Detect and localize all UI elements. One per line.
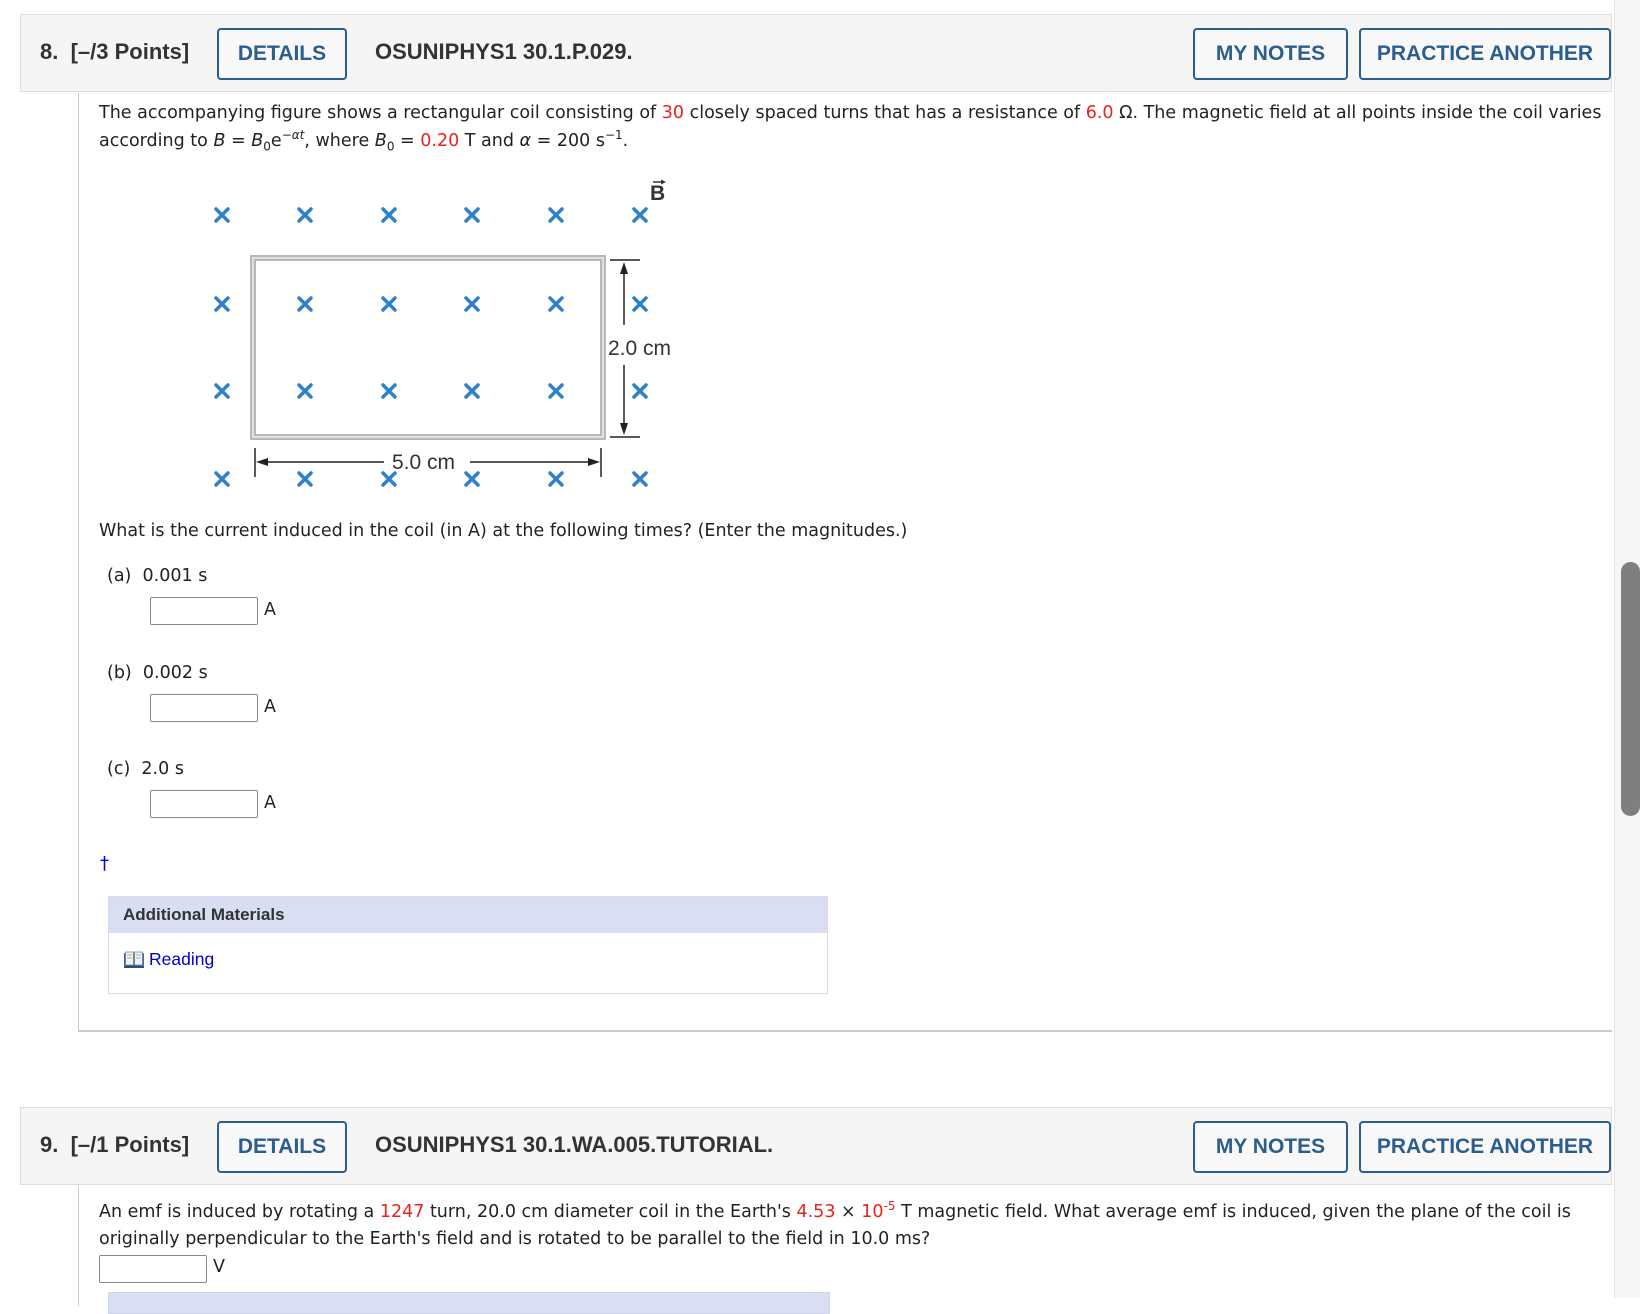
- field-into-page-marker: [297, 383, 313, 399]
- part-a-answer-input[interactable]: [150, 597, 258, 625]
- my-notes-button[interactable]: MY NOTES: [1193, 1121, 1348, 1173]
- field-into-page-marker: [381, 207, 397, 223]
- emf-unit: V: [213, 1257, 225, 1277]
- my-notes-button[interactable]: MY NOTES: [1193, 28, 1348, 80]
- field-into-page-marker: [297, 296, 313, 312]
- field-into-page-marker: [214, 471, 230, 487]
- width-arrowhead-left: [256, 458, 268, 466]
- field-into-page-marker: [548, 207, 564, 223]
- field-into-page-marker: [464, 296, 480, 312]
- question-8-prompt-line1: The accompanying figure shows a rectangu…: [99, 103, 1602, 123]
- height-arrowhead-bottom: [620, 423, 628, 435]
- part-c-unit: A: [264, 793, 276, 813]
- details-button[interactable]: DETAILS: [217, 1121, 347, 1173]
- question-8-code: OSUNIPHYS1 30.1.P.029.: [375, 39, 633, 64]
- emf-answer-input[interactable]: [99, 1255, 207, 1283]
- field-into-page-marker: [381, 383, 397, 399]
- practice-another-button[interactable]: PRACTICE ANOTHER: [1359, 28, 1611, 80]
- width-label: 5.0 cm: [392, 451, 455, 474]
- field-into-page-marker: [214, 383, 230, 399]
- book-icon: [124, 951, 144, 968]
- question-8-prompt-line2: according to B = B0e−αt, where B0 = 0.20…: [99, 128, 629, 154]
- dagger-link[interactable]: †: [100, 853, 109, 874]
- additional-materials-panel: [108, 1292, 830, 1314]
- field-into-page-marker: [464, 207, 480, 223]
- height-arrowhead-top: [620, 262, 628, 274]
- turns-value: 30: [661, 103, 685, 123]
- question-9-number: 9. [–/1 Points]: [40, 1132, 190, 1157]
- additional-materials-title: Additional Materials: [109, 897, 827, 933]
- reading-link[interactable]: Reading: [123, 949, 214, 970]
- field-into-page-marker: [548, 383, 564, 399]
- part-a-label: (a) 0.001 s: [107, 566, 208, 586]
- height-label: 2.0 cm: [608, 337, 671, 360]
- part-c-label: (c) 2.0 s: [107, 759, 184, 779]
- part-a-unit: A: [264, 600, 276, 620]
- question-9-prompt-line1: An emf is induced by rotating a 1247 tur…: [99, 1199, 1571, 1222]
- field-into-page-marker: [214, 296, 230, 312]
- question-8-header: 8. [–/3 Points] DETAILS OSUNIPHYS1 30.1.…: [20, 14, 1612, 92]
- scrollbar-thumb[interactable]: [1621, 562, 1640, 816]
- field-into-page-marker: [297, 207, 313, 223]
- field-into-page-marker: [548, 296, 564, 312]
- part-b-answer-input[interactable]: [150, 694, 258, 722]
- question-9-body: An emf is induced by rotating a 1247 tur…: [78, 1186, 1612, 1314]
- part-b-label: (b) 0.002 s: [107, 663, 208, 683]
- field-into-page-marker: [214, 207, 230, 223]
- question-9-code: OSUNIPHYS1 30.1.WA.005.TUTORIAL.: [375, 1132, 774, 1157]
- question-9-prompt-line2: originally perpendicular to the Earth's …: [99, 1229, 931, 1249]
- details-button[interactable]: DETAILS: [217, 28, 347, 80]
- question-8-number: 8. [–/3 Points]: [40, 39, 190, 64]
- field-into-page-marker: [548, 471, 564, 487]
- field-markers: [214, 207, 648, 487]
- field-into-page-marker: [297, 471, 313, 487]
- practice-another-button[interactable]: PRACTICE ANOTHER: [1359, 1121, 1611, 1173]
- field-into-page-marker: [632, 471, 648, 487]
- question-8-points: [–/3 Points]: [70, 39, 190, 64]
- coil-rectangle: [250, 255, 606, 440]
- question-8-question: What is the current induced in the coil …: [99, 521, 908, 541]
- field-into-page-marker: [632, 296, 648, 312]
- additional-materials-panel: Additional Materials Reading: [108, 896, 828, 994]
- resistance-value: 6.0: [1085, 103, 1114, 123]
- reading-link-label: Reading: [149, 949, 215, 969]
- part-c-answer-input[interactable]: [150, 790, 258, 818]
- field-into-page-marker: [464, 471, 480, 487]
- coil-rectangle-inner: [252, 257, 604, 438]
- question-9-points: [–/1 Points]: [70, 1132, 190, 1157]
- part-b-unit: A: [264, 697, 276, 717]
- field-into-page-marker: [632, 207, 648, 223]
- turns-value: 1247: [379, 1202, 425, 1222]
- field-into-page-marker: [464, 383, 480, 399]
- field-label: B: [650, 182, 665, 205]
- field-into-page-marker: [632, 383, 648, 399]
- coil-figure: 2.0 cm 5.0 cm B: [214, 179, 671, 487]
- field-into-page-marker: [381, 296, 397, 312]
- b0-value: 0.20: [420, 131, 460, 151]
- field-mantissa: 4.53: [796, 1202, 836, 1222]
- field-into-page-marker: [381, 471, 397, 487]
- width-arrowhead-right: [588, 458, 600, 466]
- question-9-header: 9. [–/1 Points] DETAILS OSUNIPHYS1 30.1.…: [20, 1107, 1612, 1185]
